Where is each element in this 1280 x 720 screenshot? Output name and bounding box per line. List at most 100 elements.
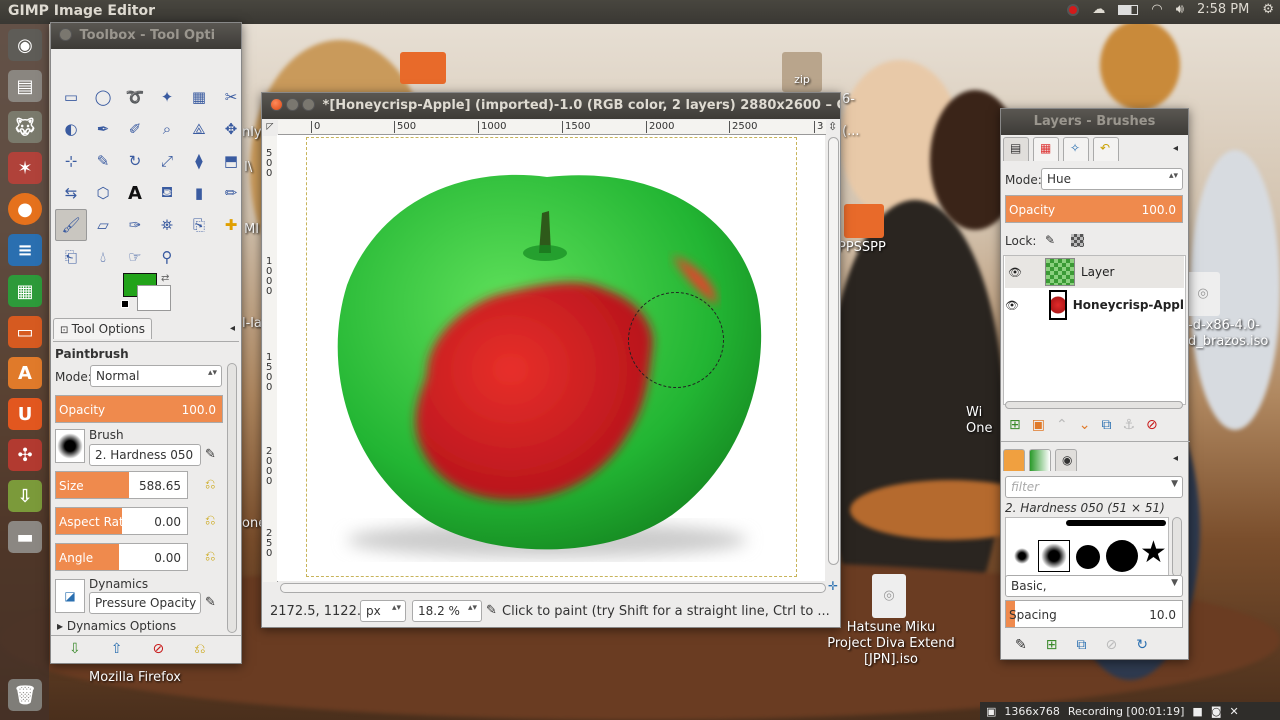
weather-cloud-icon[interactable]: ☁: [1092, 2, 1105, 17]
zoom-fit-icon[interactable]: ✛: [828, 579, 838, 593]
system-settings-icon[interactable]: ✣: [8, 439, 42, 471]
smudge-icon[interactable]: ☞: [119, 241, 151, 273]
drive-icon[interactable]: ▬: [8, 521, 42, 553]
paths-icon[interactable]: ✒: [87, 113, 119, 145]
brushes-scrollbar[interactable]: [1172, 517, 1182, 577]
size-slider[interactable]: Size 588.65: [55, 471, 188, 499]
raise-layer-icon[interactable]: ⌃: [1056, 417, 1068, 433]
lasso-icon[interactable]: ➰: [119, 81, 151, 113]
brush-name-field[interactable]: 2. Hardness 050: [89, 444, 201, 466]
edit-brush-icon[interactable]: ✎: [205, 447, 216, 462]
files-icon[interactable]: ▤: [8, 70, 42, 102]
trash-icon[interactable]: 🗑︎: [8, 679, 42, 711]
volume-icon[interactable]: 🔊︎: [1176, 2, 1184, 17]
tab-undo[interactable]: ↶: [1093, 137, 1119, 161]
impress-icon[interactable]: ▭: [8, 316, 42, 348]
fuzzy-select-icon[interactable]: ✦: [151, 81, 183, 113]
bucket-fill-icon[interactable]: ⛾: [151, 177, 183, 209]
duplicate-brush-icon[interactable]: ⧉: [1076, 637, 1086, 653]
mode-select[interactable]: Normal ▴▾: [90, 365, 222, 387]
gear-icon[interactable]: ⚙: [1262, 2, 1274, 17]
dynamics-options-expander[interactable]: ▸ Dynamics Options: [57, 619, 176, 633]
clone-icon[interactable]: ⎘: [183, 209, 215, 241]
scale-icon[interactable]: ⤢: [151, 145, 183, 177]
zoom-icon[interactable]: ⌕: [151, 113, 183, 145]
aspect-reset-icon[interactable]: ⎌: [205, 513, 215, 528]
brushes-panel-menu-icon[interactable]: ◂: [1173, 453, 1178, 464]
spacing-slider[interactable]: Spacing 10.0: [1005, 600, 1183, 628]
align-icon[interactable]: ⊹: [55, 145, 87, 177]
pencil-icon[interactable]: ✏: [215, 177, 247, 209]
dodge-burn-icon[interactable]: ⚲: [151, 241, 183, 273]
close-recorder-icon[interactable]: ✕: [1230, 705, 1239, 718]
unit-select[interactable]: px ▴▾: [360, 600, 406, 622]
foreground-select-icon[interactable]: ◐: [55, 113, 87, 145]
blend-icon[interactable]: ▮: [183, 177, 215, 209]
airbrush-icon[interactable]: ✑: [119, 209, 151, 241]
delete-options-icon[interactable]: ⊘: [152, 641, 164, 657]
quick-mask-corner-icon[interactable]: ◸: [263, 120, 277, 134]
default-colors-icon[interactable]: [121, 300, 129, 308]
dash-home-icon[interactable]: ◉: [8, 29, 42, 61]
layer-visibility-icon[interactable]: 👁︎: [1005, 299, 1019, 312]
wifi-icon[interactable]: ◠: [1151, 2, 1162, 17]
tab-gradients[interactable]: [1029, 449, 1051, 471]
edit-dynamics-icon[interactable]: ✎: [205, 595, 216, 610]
perspective-clone-icon[interactable]: ⎗: [55, 241, 87, 273]
scissors-icon[interactable]: ✂: [215, 81, 247, 113]
save-options-icon[interactable]: ⇩: [69, 641, 81, 657]
desktop-zip-file[interactable]: zip: [782, 52, 822, 92]
panel-menu-icon[interactable]: ◂: [230, 323, 235, 334]
desktop-iso-icon-2[interactable]: ◎: [1186, 272, 1220, 316]
reset-options-icon[interactable]: ⎌: [194, 641, 205, 657]
brush-preview[interactable]: [55, 429, 85, 463]
tab-tool-options[interactable]: ⊡ Tool Options: [53, 317, 152, 339]
paintbrush-icon[interactable]: 🖌︎: [55, 209, 87, 241]
delete-layer-icon[interactable]: ⊘: [1146, 417, 1158, 433]
eraser-icon[interactable]: ▱: [87, 209, 119, 241]
dynamics-field[interactable]: Pressure Opacity: [89, 592, 201, 614]
layers-panel-menu-icon[interactable]: ◂: [1173, 143, 1178, 154]
layers-h-scrollbar[interactable]: [1005, 401, 1183, 409]
desktop-iso-label-2[interactable]: -d-x86-4.0-d_brazos.iso: [1188, 318, 1268, 350]
delete-brush-icon[interactable]: ⊘: [1105, 637, 1117, 653]
refresh-brushes-icon[interactable]: ↻: [1136, 637, 1148, 653]
writer-icon[interactable]: ≡: [8, 234, 42, 266]
color-select-icon[interactable]: ▦: [183, 81, 215, 113]
install-icon[interactable]: ⇩: [8, 480, 42, 512]
heal-icon[interactable]: ✚: [215, 209, 247, 241]
tab-brushes[interactable]: ◉: [1055, 449, 1077, 471]
battery-icon[interactable]: [1118, 4, 1139, 15]
duplicate-layer-icon[interactable]: ⧉: [1101, 417, 1111, 433]
camera-icon[interactable]: ◙: [1211, 705, 1222, 718]
desktop-iso-icon[interactable]: ◎: [872, 574, 906, 618]
layer-mode-select[interactable]: Hue ▴▾: [1041, 168, 1183, 190]
anchor-layer-icon[interactable]: ⚓︎: [1122, 417, 1135, 433]
cage-icon[interactable]: ⬡: [87, 177, 119, 209]
zoom-select[interactable]: 18.2 % ▴▾: [412, 600, 482, 622]
move-icon[interactable]: ✥: [215, 113, 247, 145]
aspect-ratio-slider[interactable]: Aspect Ratio 0.00: [55, 507, 188, 535]
edit-brush-button-icon[interactable]: ✎: [1015, 637, 1027, 653]
layer-row[interactable]: 👁︎ Honeycrisp-Appl: [1005, 289, 1184, 321]
layer-visibility-icon[interactable]: 👁︎: [1005, 266, 1025, 279]
gimp-icon[interactable]: 🐺︎: [8, 111, 42, 143]
ubuntu-one-icon[interactable]: U: [8, 398, 42, 430]
lock-pixels-icon[interactable]: ✎: [1045, 233, 1055, 247]
close-icon[interactable]: [270, 98, 283, 111]
rect-select-icon[interactable]: ▭: [55, 81, 87, 113]
brush-filter-input[interactable]: filter ▼: [1005, 476, 1183, 498]
desktop-iso-label[interactable]: Hatsune Miku Project Diva Extend [JPN].i…: [826, 620, 956, 668]
perspective-icon[interactable]: ⬒: [215, 145, 247, 177]
new-layer-icon[interactable]: ⊞: [1009, 417, 1021, 433]
layer-row[interactable]: 👁︎ Layer: [1005, 256, 1184, 288]
dynamics-icon[interactable]: ◪: [55, 579, 85, 613]
brushes-grid[interactable]: ★: [1005, 517, 1169, 577]
crop-icon[interactable]: ✎: [87, 145, 119, 177]
size-reset-icon[interactable]: ⎌: [205, 477, 215, 492]
horizontal-scrollbar[interactable]: [280, 583, 826, 593]
ellipse-select-icon[interactable]: ◯: [87, 81, 119, 113]
layers-titlebar[interactable]: Layers - Brushes: [1001, 109, 1188, 135]
tab-layers[interactable]: ▤: [1003, 137, 1029, 161]
desktop-ppsspp-icon[interactable]: [844, 204, 884, 238]
